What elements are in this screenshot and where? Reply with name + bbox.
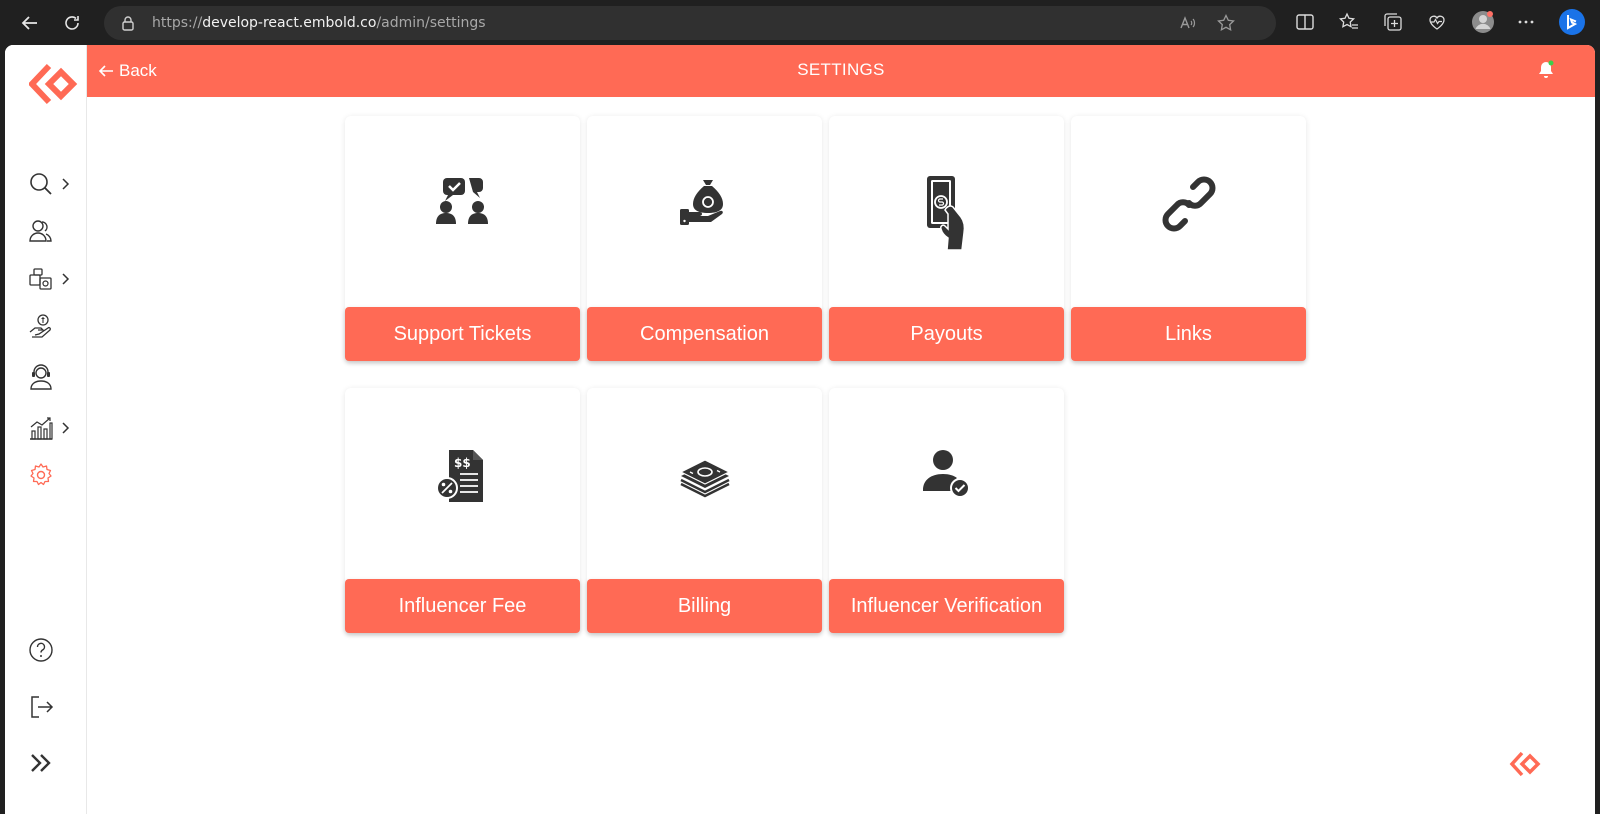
address-bar[interactable]: https://develop-react.embold.co/admin/se…	[104, 6, 1276, 40]
card-label: Support Tickets	[345, 307, 580, 361]
sidebar-item-support[interactable]	[5, 357, 87, 397]
card-label: Payouts	[829, 307, 1064, 361]
settings-grid: Support Tickets Compensation Payouts Lin…	[87, 97, 1595, 814]
analytics-chart-icon	[30, 417, 53, 440]
browser-essentials-icon[interactable]	[1426, 11, 1448, 33]
sidebar-expand-button[interactable]	[5, 743, 87, 783]
sidebar-item-users[interactable]	[5, 211, 87, 251]
browser-back-button[interactable]	[14, 7, 46, 39]
embold-corner-logo	[1509, 751, 1541, 777]
money-bag-hand-icon	[679, 180, 723, 225]
card-payouts[interactable]: Payouts	[829, 116, 1064, 361]
card-links[interactable]: Links	[1071, 116, 1306, 361]
card-compensation[interactable]: Compensation	[587, 116, 822, 361]
collections-icon[interactable]	[1382, 11, 1404, 33]
card-influencer-fee[interactable]: $$ Influencer Fee	[345, 388, 580, 633]
sidebar-item-search[interactable]	[5, 164, 87, 204]
card-label: Billing	[587, 579, 822, 633]
favorite-star-icon[interactable]	[1216, 13, 1236, 33]
favorites-icon[interactable]	[1338, 11, 1360, 33]
app-window: Back SETTINGS Support Tickets Compensati…	[5, 45, 1595, 814]
users-icon	[29, 220, 52, 242]
header-bar: Back SETTINGS	[87, 45, 1595, 97]
notification-bell-icon[interactable]	[1535, 59, 1557, 81]
sidebar-item-logout[interactable]	[5, 687, 87, 727]
browser-toolbar: https://develop-react.embold.co/admin/se…	[0, 0, 1600, 45]
chevron-right-icon	[62, 178, 70, 190]
embold-logo[interactable]	[29, 62, 79, 106]
link-icon	[1162, 176, 1215, 232]
cash-stack-icon	[679, 459, 730, 498]
split-screen-icon[interactable]	[1294, 11, 1316, 33]
read-aloud-icon[interactable]	[1178, 13, 1198, 33]
card-influencer-verification[interactable]: Influencer Verification	[829, 388, 1064, 633]
double-chevron-right-icon	[31, 754, 51, 772]
logout-icon	[31, 696, 54, 718]
help-icon	[29, 638, 53, 662]
sidebar-item-campaigns[interactable]	[5, 259, 87, 299]
profile-avatar-icon[interactable]	[1470, 9, 1496, 35]
support-agent-icon	[30, 364, 52, 390]
payout-hand-icon	[926, 176, 965, 251]
card-label: Links	[1071, 307, 1306, 361]
svg-text:$$: $$	[454, 456, 471, 470]
card-support-tickets[interactable]: Support Tickets	[345, 116, 580, 361]
card-label: Influencer Fee	[345, 579, 580, 633]
support-tickets-icon	[435, 178, 488, 224]
arrow-left-icon	[21, 16, 37, 30]
hand-money-icon	[29, 314, 51, 338]
page-title: SETTINGS	[797, 60, 885, 79]
card-label: Influencer Verification	[829, 579, 1064, 633]
chevron-right-icon	[62, 273, 70, 285]
sidebar-item-analytics[interactable]	[5, 408, 87, 448]
card-billing[interactable]: Billing	[587, 388, 822, 633]
card-label: Compensation	[587, 307, 822, 361]
sidebar	[5, 45, 87, 814]
invoice-fee-icon: $$	[435, 450, 483, 502]
url-text: https://develop-react.embold.co/admin/se…	[152, 15, 486, 31]
sidebar-item-payments[interactable]	[5, 306, 87, 346]
chevron-right-icon	[62, 422, 70, 434]
refresh-icon	[65, 16, 79, 30]
lock-icon	[122, 16, 134, 31]
search-icon	[30, 173, 52, 195]
user-verified-icon	[922, 450, 970, 498]
browser-refresh-button[interactable]	[56, 7, 88, 39]
bing-copilot-icon[interactable]	[1558, 8, 1586, 36]
sidebar-item-settings[interactable]	[5, 455, 87, 495]
sidebar-item-help[interactable]	[5, 630, 87, 670]
more-options-icon[interactable]	[1515, 11, 1537, 33]
gear-icon	[30, 463, 52, 486]
campaigns-icon	[29, 268, 52, 290]
